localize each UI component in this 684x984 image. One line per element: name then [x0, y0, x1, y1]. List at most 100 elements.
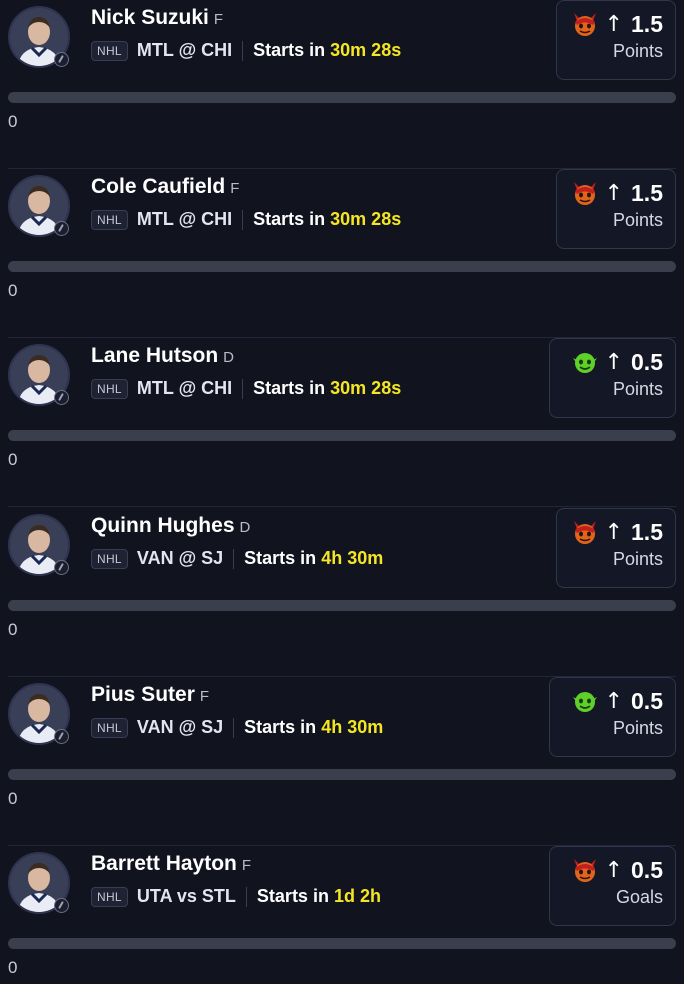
- league-badge: NHL: [91, 209, 128, 230]
- matchup: VAN @ SJ: [136, 548, 224, 568]
- player-name-row: Quinn Hughes D: [91, 514, 250, 538]
- league-badge: NHL: [91, 886, 128, 907]
- starts-label: Starts in: [244, 548, 317, 568]
- progress-bar: [8, 938, 676, 949]
- matchup: MTL @ CHI: [136, 209, 233, 229]
- player-card[interactable]: Cole Caufield F NHL MTL @ CHI Starts in 3…: [0, 169, 684, 338]
- red-demon-icon: [571, 856, 599, 884]
- green-goblin-icon: [571, 348, 599, 376]
- player-position: D: [239, 519, 251, 536]
- starts-label: Starts in: [253, 378, 326, 398]
- league-badge: NHL: [91, 548, 128, 569]
- matchup: UTA vs STL: [136, 886, 236, 906]
- player-card[interactable]: Barrett Hayton F NHL UTA vs STL Starts in…: [0, 846, 684, 984]
- player-position: D: [223, 349, 235, 366]
- stat-type: Points: [612, 210, 663, 230]
- player-card[interactable]: Quinn Hughes D NHL VAN @ SJ Starts in 4h …: [0, 508, 684, 677]
- league-badge: NHL: [91, 378, 128, 399]
- arrow-up-icon: ↑: [604, 857, 624, 883]
- progress-value: 0: [8, 281, 18, 300]
- league-badge: NHL: [91, 40, 128, 61]
- game-info: NHL MTL @ CHI Starts in 30m 28s: [91, 209, 401, 230]
- progress-value: 0: [8, 958, 18, 977]
- player-card[interactable]: Nick Suzuki F NHL MTL @ CHI Starts in 30m…: [0, 0, 684, 169]
- countdown: 30m 28s: [330, 378, 402, 398]
- projection-box[interactable]: ↑ 0.5 Points: [549, 677, 676, 757]
- player-position: F: [199, 688, 210, 705]
- game-info: NHL VAN @ SJ Starts in 4h 30m: [91, 717, 383, 738]
- line-value: 1.5: [631, 10, 663, 37]
- divider: [242, 378, 244, 399]
- hockey-stick-icon: [54, 729, 69, 744]
- line-value: 0.5: [631, 348, 663, 375]
- player-name: Cole Caufield: [91, 175, 226, 198]
- progress-value: 0: [8, 789, 18, 808]
- countdown: 4h 30m: [321, 548, 384, 568]
- projection-box[interactable]: ↑ 0.5 Points: [549, 338, 676, 418]
- hockey-stick-icon: [54, 898, 69, 913]
- progress-bar: [8, 600, 676, 611]
- player-list: Nick Suzuki F NHL MTL @ CHI Starts in 30m…: [0, 0, 684, 984]
- stat-type: Points: [612, 379, 663, 399]
- player-position: F: [213, 11, 224, 28]
- progress-bar: [8, 769, 676, 780]
- player-name: Lane Hutson: [91, 344, 219, 367]
- player-name: Quinn Hughes: [91, 514, 235, 537]
- game-info: NHL VAN @ SJ Starts in 4h 30m: [91, 548, 383, 569]
- game-info: NHL UTA vs STL Starts in 1d 2h: [91, 886, 381, 907]
- player-name: Nick Suzuki: [91, 6, 209, 29]
- player-position: F: [230, 180, 240, 197]
- divider: [233, 717, 235, 738]
- player-position: F: [241, 857, 252, 874]
- card-divider: [8, 506, 676, 507]
- stat-type: Points: [612, 549, 663, 569]
- hockey-stick-icon: [54, 221, 69, 236]
- progress-bar: [8, 261, 676, 272]
- red-demon-icon: [571, 179, 599, 207]
- countdown: 1d 2h: [333, 886, 381, 906]
- starts-label: Starts in: [253, 40, 326, 60]
- stat-type: Points: [612, 718, 663, 738]
- stat-type: Goals: [615, 887, 663, 907]
- hockey-stick-icon: [54, 560, 69, 575]
- hockey-stick-icon: [54, 52, 69, 67]
- countdown: 30m 28s: [330, 40, 402, 60]
- progress-bar: [8, 92, 676, 103]
- starts-label: Starts in: [256, 886, 329, 906]
- divider: [242, 40, 244, 61]
- player-name-row: Cole Caufield F: [91, 175, 239, 199]
- projection-box[interactable]: ↑ 0.5 Goals: [549, 846, 676, 926]
- player-name-row: Nick Suzuki F: [91, 6, 223, 30]
- matchup: MTL @ CHI: [136, 378, 233, 398]
- countdown: 4h 30m: [321, 717, 384, 737]
- progress-value: 0: [8, 112, 18, 131]
- divider: [242, 209, 244, 230]
- red-demon-icon: [571, 10, 599, 38]
- starts-label: Starts in: [244, 717, 317, 737]
- matchup: VAN @ SJ: [136, 717, 224, 737]
- projection-box[interactable]: ↑ 1.5 Points: [556, 508, 676, 588]
- progress-bar: [8, 430, 676, 441]
- arrow-up-icon: ↑: [604, 180, 624, 206]
- arrow-up-icon: ↑: [604, 688, 624, 714]
- progress-value: 0: [8, 620, 18, 639]
- player-card[interactable]: Lane Hutson D NHL MTL @ CHI Starts in 30m…: [0, 338, 684, 507]
- player-name: Pius Suter: [91, 683, 195, 706]
- line-value: 0.5: [631, 856, 663, 883]
- player-name: Barrett Hayton: [91, 852, 237, 875]
- arrow-up-icon: ↑: [604, 349, 624, 375]
- divider: [233, 548, 235, 569]
- league-badge: NHL: [91, 717, 128, 738]
- matchup: MTL @ CHI: [136, 40, 233, 60]
- projection-box[interactable]: ↑ 1.5 Points: [556, 0, 676, 80]
- hockey-stick-icon: [54, 390, 69, 405]
- player-card[interactable]: Pius Suter F NHL VAN @ SJ Starts in 4h 30…: [0, 677, 684, 846]
- green-goblin-icon: [571, 687, 599, 715]
- player-name-row: Pius Suter F: [91, 683, 209, 707]
- arrow-up-icon: ↑: [604, 519, 624, 545]
- game-info: NHL MTL @ CHI Starts in 30m 28s: [91, 40, 401, 61]
- projection-box[interactable]: ↑ 1.5 Points: [556, 169, 676, 249]
- starts-label: Starts in: [253, 209, 326, 229]
- player-name-row: Lane Hutson D: [91, 344, 234, 368]
- countdown: 30m 28s: [330, 209, 402, 229]
